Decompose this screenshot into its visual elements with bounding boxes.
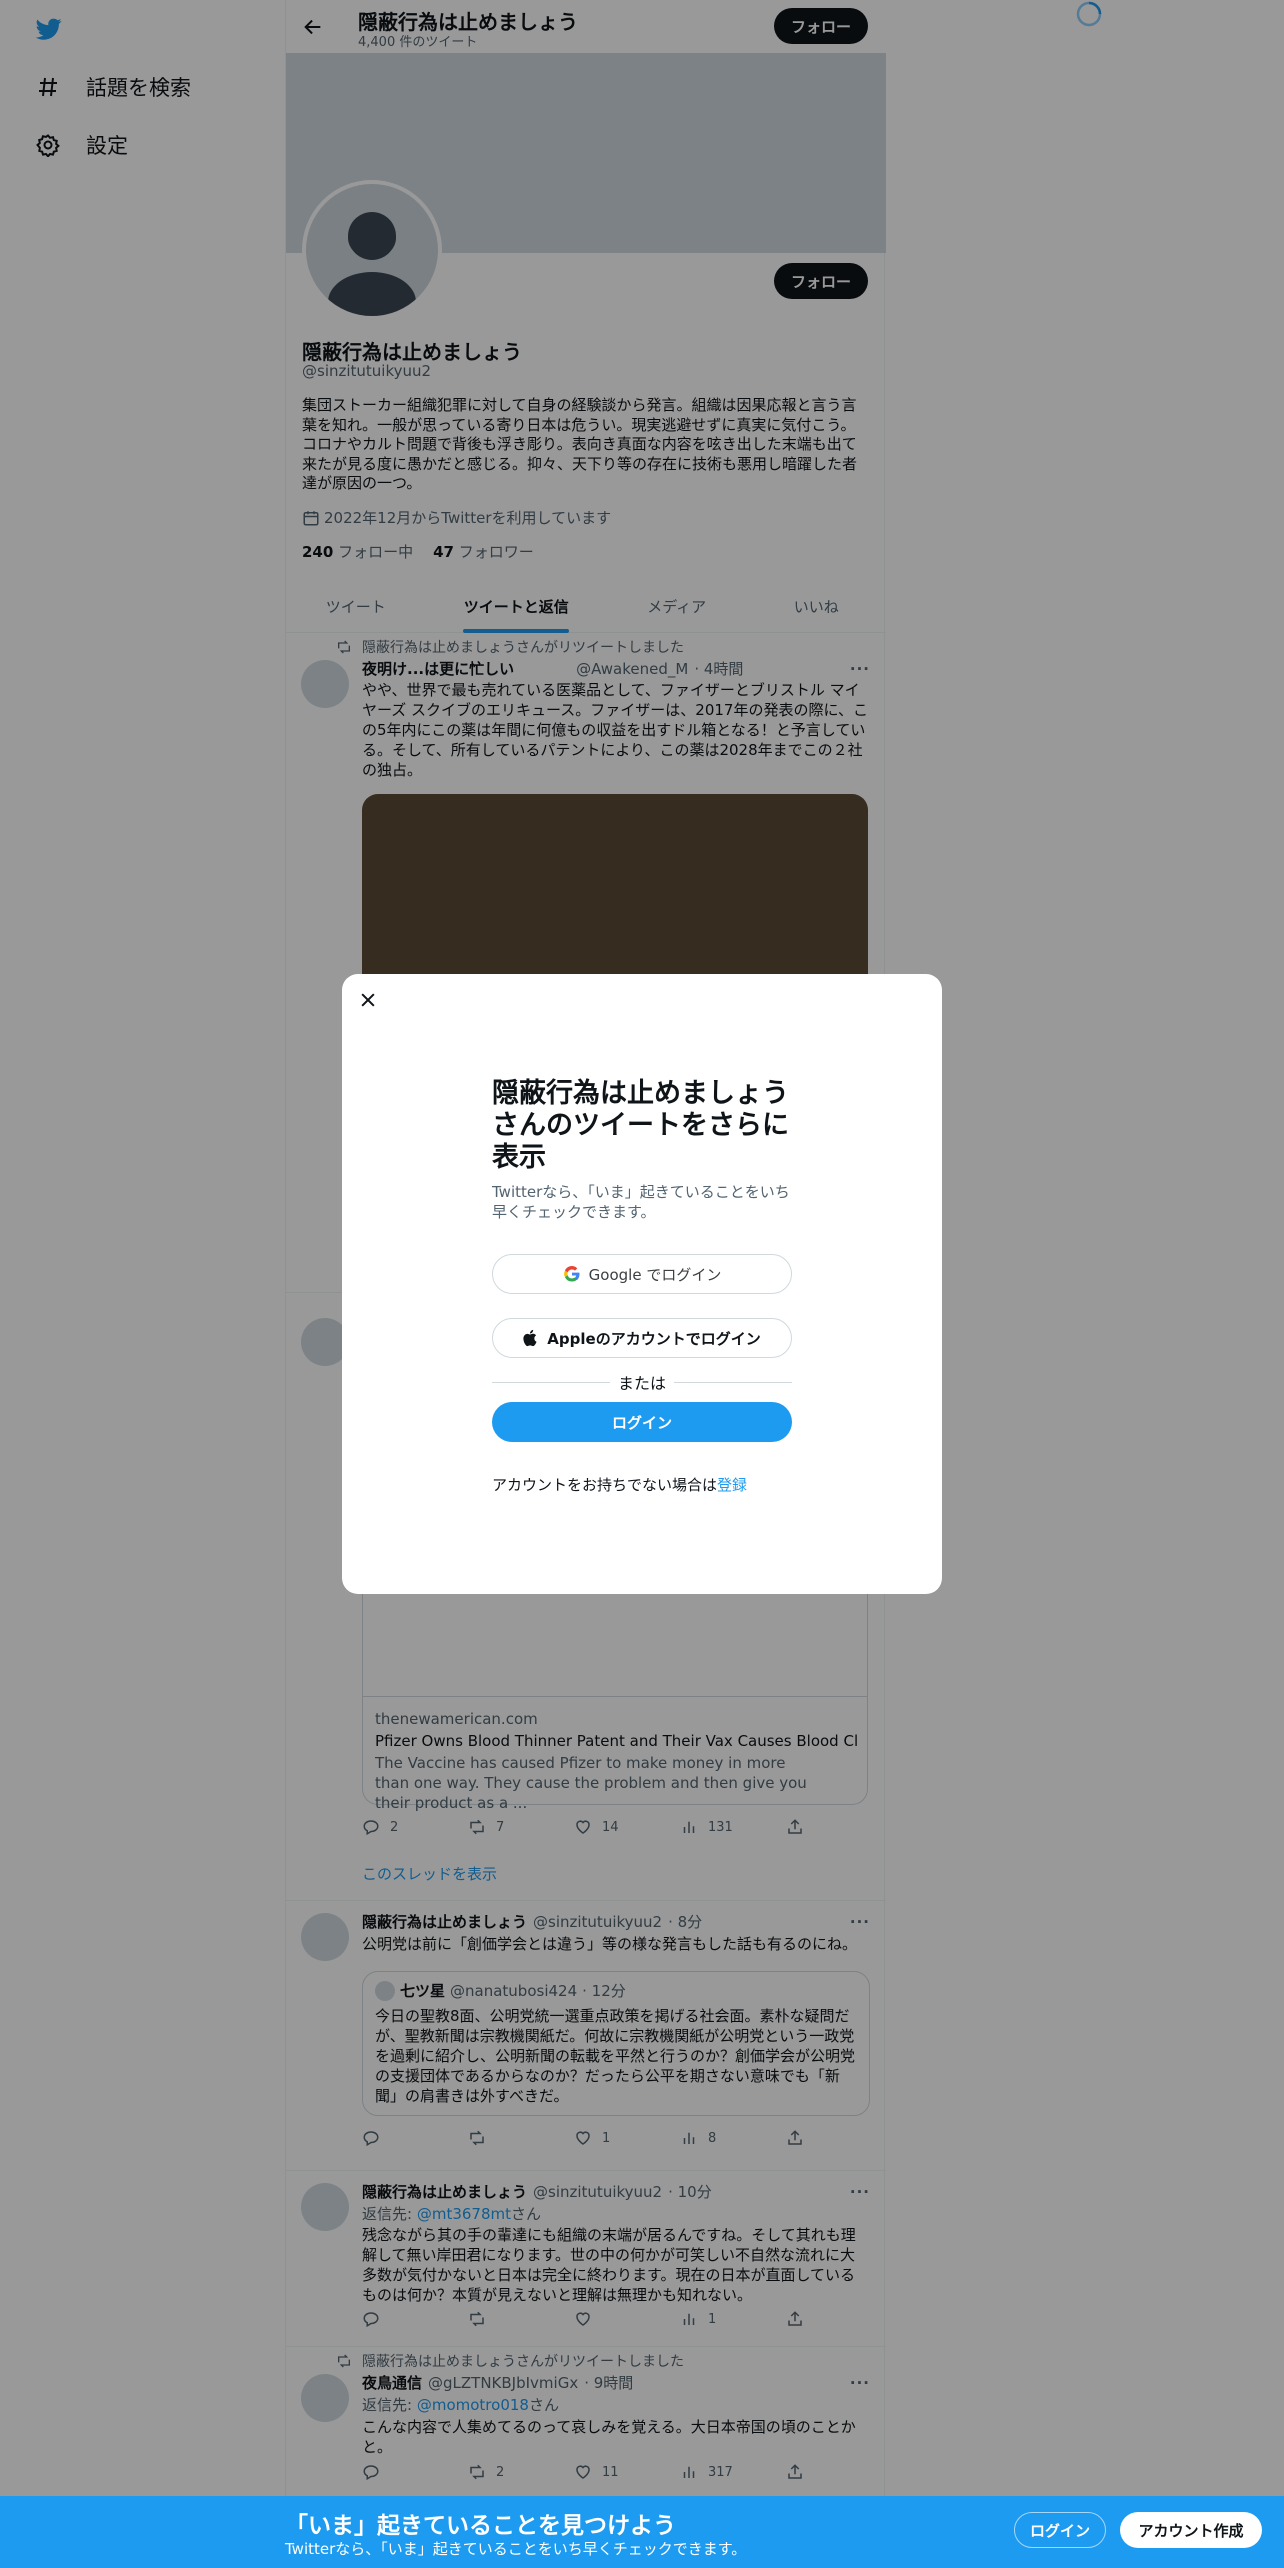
modal-title: 隠蔽行為は止めましょうさんのツイートをさらに表示 xyxy=(492,1078,789,1173)
signup-prompt-text: アカウントをお持ちでない場合は xyxy=(492,1476,718,1494)
signup-link[interactable]: 登録 xyxy=(717,1476,747,1494)
bottom-bar-subline: Twitterなら、「いま」起きていることをいち早くチェックできます。 xyxy=(285,2540,747,2558)
signup-prompt: アカウントをお持ちでない場合は登録 xyxy=(492,1474,747,1495)
divider-line xyxy=(492,1381,610,1383)
apple-login-label: Appleのアカウントでログイン xyxy=(547,1329,761,1348)
divider-line xyxy=(674,1381,793,1383)
bottom-signup-button[interactable]: アカウント作成 xyxy=(1120,2512,1262,2548)
apple-logo-icon xyxy=(523,1329,537,1347)
google-login-label: Google でログイン xyxy=(588,1265,722,1284)
bottom-bar-headline: 「いま」起きていることを見つけよう xyxy=(285,2513,676,2539)
close-icon[interactable] xyxy=(358,990,378,1010)
login-button[interactable]: ログイン xyxy=(492,1402,792,1442)
google-login-button[interactable]: Google でログイン xyxy=(492,1254,792,1294)
or-label: または xyxy=(618,1374,667,1393)
modal-subtitle: Twitterなら、「いま」起きていることをいち早くチェックできます。 xyxy=(492,1183,790,1221)
bottom-login-button[interactable]: ログイン xyxy=(1014,2512,1106,2548)
or-divider: または xyxy=(492,1372,793,1393)
login-modal: 隠蔽行為は止めましょうさんのツイートをさらに表示 Twitterなら、「いま」起… xyxy=(342,974,942,1594)
apple-login-button[interactable]: Appleのアカウントでログイン xyxy=(492,1318,792,1358)
bottom-signup-bar: 「いま」起きていることを見つけよう Twitterなら、「いま」起きていることを… xyxy=(0,2496,1284,2568)
google-logo-icon xyxy=(563,1266,580,1282)
